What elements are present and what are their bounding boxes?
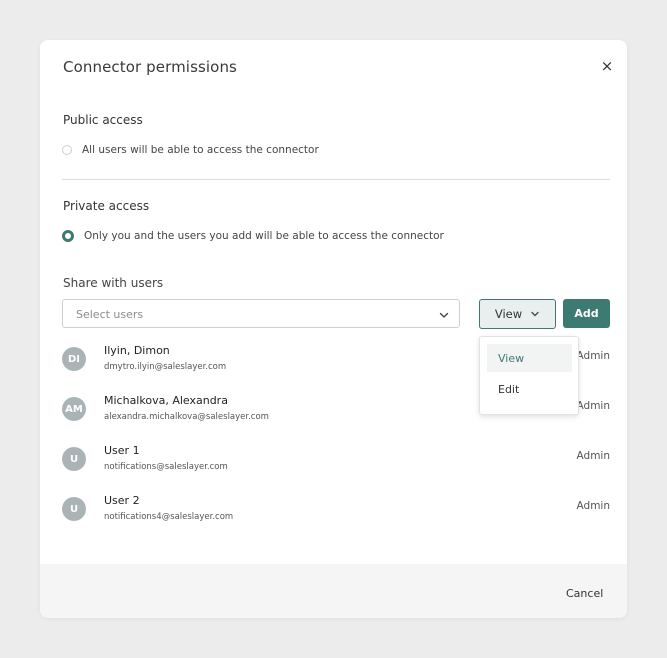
user-name: User 1	[104, 444, 140, 457]
private-access-text: Only you and the users you add will be a…	[84, 230, 444, 242]
user-name: User 2	[104, 494, 140, 507]
permission-option-edit[interactable]: Edit	[487, 375, 572, 403]
private-access-option[interactable]: Only you and the users you add will be a…	[62, 229, 444, 243]
share-users-heading: Share with users	[63, 276, 164, 290]
chevron-down-icon	[439, 312, 449, 318]
permission-select-value: View	[494, 307, 523, 321]
public-access-option[interactable]: All users will be able to access the con…	[62, 143, 319, 157]
permissions-dialog: Connector permissions × Public access Al…	[40, 40, 627, 618]
section-divider	[62, 179, 610, 180]
chevron-down-icon	[531, 311, 539, 317]
close-icon[interactable]: ×	[599, 58, 615, 74]
user-name: Ilyin, Dimon	[104, 344, 170, 357]
avatar: U	[62, 447, 86, 471]
user-role[interactable]: Admin	[577, 500, 610, 512]
permission-select-button[interactable]: View	[479, 299, 556, 329]
user-email: notifications4@saleslayer.com	[104, 512, 234, 522]
user-row: U User 1 notifications@saleslayer.com Ad…	[62, 441, 610, 479]
add-user-button[interactable]: Add	[563, 299, 610, 328]
avatar: AM	[62, 397, 86, 421]
public-access-radio[interactable]	[62, 145, 72, 155]
user-role[interactable]: Admin	[577, 400, 610, 412]
user-email: dmytro.ilyin@saleslayer.com	[104, 362, 227, 372]
permission-dropdown-menu: View Edit	[479, 336, 579, 415]
user-email: alexandra.michalkova@saleslayer.com	[104, 412, 269, 422]
user-email: notifications@saleslayer.com	[104, 462, 228, 472]
user-row: U User 2 notifications4@saleslayer.com A…	[62, 491, 610, 529]
select-users-dropdown[interactable]: Select users	[62, 299, 460, 328]
avatar: DI	[62, 347, 86, 371]
user-name: Michalkova, Alexandra	[104, 394, 228, 407]
cancel-button[interactable]: Cancel	[566, 587, 603, 600]
dialog-footer: Cancel	[40, 564, 627, 618]
user-role[interactable]: Admin	[577, 450, 610, 462]
permission-option-view[interactable]: View	[487, 344, 572, 372]
private-access-heading: Private access	[63, 199, 150, 213]
user-role[interactable]: Admin	[577, 350, 610, 362]
select-users-placeholder: Select users	[76, 308, 144, 321]
dialog-title: Connector permissions	[63, 58, 237, 76]
private-access-radio[interactable]	[62, 230, 74, 242]
public-access-heading: Public access	[63, 113, 143, 127]
avatar: U	[62, 497, 86, 521]
public-access-text: All users will be able to access the con…	[82, 144, 319, 156]
